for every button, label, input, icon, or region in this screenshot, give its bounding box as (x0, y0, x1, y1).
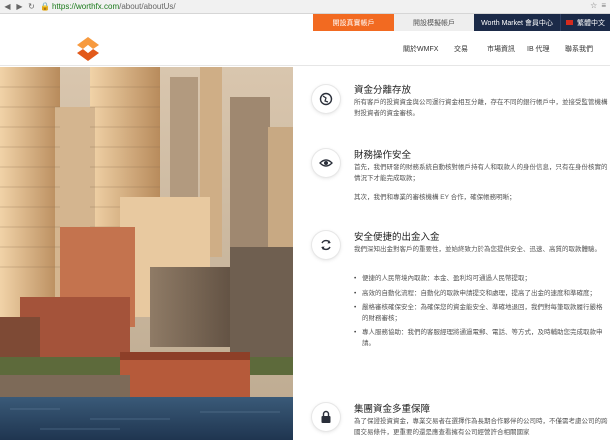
reload-icon[interactable]: ↻ (27, 2, 36, 11)
top-strip: 開設真實帳戶 開設模擬帳戶 Worth Market 會員中心 繁體中文 (0, 14, 610, 31)
feature-title-financial-security: 財務操作安全 (354, 150, 412, 161)
back-icon[interactable]: ◀ (3, 2, 12, 11)
brand-logo[interactable] (73, 34, 103, 64)
feature-title-fund-segregation: 資金分離存放 (354, 85, 412, 96)
globe-icon (312, 85, 340, 113)
forward-icon[interactable]: ▶ (15, 2, 24, 11)
feature-text-fund-segregation: 所有客戶的投資資金與公司運行資金相互分離，存在不同的銀行帳戶中，並接受監管機構對… (354, 99, 608, 117)
feature-text-deposit-withdrawal: 我們深知出金對客戶的重要性，並始終致力於為您提供安全、迅速、高質的取款體驗。 (354, 246, 601, 253)
open-real-account-button[interactable]: 開設真實帳戶 (313, 14, 394, 31)
open-demo-account-button[interactable]: 開設模擬帳戶 (394, 14, 474, 31)
star-icon[interactable]: ☆ (590, 1, 597, 10)
lock-icon (312, 403, 340, 431)
nav-item-about[interactable]: 關於WMFX (403, 44, 438, 54)
nav-item-trading[interactable]: 交易 (454, 44, 468, 54)
member-center-button[interactable]: Worth Market 會員中心 (474, 14, 560, 31)
feature-text-ey-audit: 其次，我們和專業的審核機構 EY 合作，確保帳務明晰； (354, 194, 516, 201)
flag-icon (566, 20, 573, 25)
menu-icon[interactable]: ≡ (601, 1, 606, 10)
list-item: 便捷的人民幣境內取款：本金、盈利均可通過人民幣提取； (354, 274, 604, 285)
language-selector[interactable]: 繁體中文 (560, 14, 610, 31)
eye-icon (312, 149, 340, 177)
feature-text-identity-check: 首先，我們研發的財務系統自動核對帳戶持有人和取款人的身份信息，只有在身份核實的情… (354, 164, 608, 182)
list-item: 高效的自動化流程：自動化的取款申請提交和處理，提高了出金的速度和準確度； (354, 289, 604, 300)
list-item: 嚴格審核確保安全：為確保您的資金能安全、準確地退回，我們對每筆取款履行嚴格的財務… (354, 303, 604, 324)
feature-text-multiple-protection: 為了保證投資資金，專業交易者在選擇作為長期合作夥伴的公司時，不僅需考慮公司的跨國… (354, 418, 608, 436)
refresh-icon (312, 231, 340, 259)
main-navigation: 關於WMFX 交易 市場資訊 IB 代理 聯系我們 (0, 31, 610, 66)
nav-item-market-info[interactable]: 市場資訊 (487, 44, 515, 54)
feature-title-deposit-withdrawal: 安全便捷的出金入金 (354, 232, 440, 243)
nav-item-contact[interactable]: 聯系我們 (565, 44, 593, 54)
about-us-features-panel: 資金分離存放 所有客戶的投資資金與公司運行資金相互分離，存在不同的銀行帳戶中，並… (293, 67, 610, 440)
nav-item-ib-agent[interactable]: IB 代理 (527, 44, 550, 54)
browser-address-bar: ◀ ▶ ↻ 🔒 https://worthfx.com/about/aboutU… (0, 0, 610, 14)
url-field[interactable]: https://worthfx.com/about/aboutUs/ (52, 2, 176, 11)
lock-icon: 🔒 (40, 2, 50, 11)
list-item: 專人服務協助：我們的客服經理將通過電郵、電話、等方式，及時輔助您完成取款申請。 (354, 328, 604, 349)
city-skyline-image (0, 67, 293, 440)
feature-title-multiple-protection: 集團資金多重保障 (354, 404, 431, 415)
withdrawal-benefits-list: 便捷的人民幣境內取款：本金、盈利均可通過人民幣提取； 高效的自動化流程：自動化的… (354, 274, 604, 353)
